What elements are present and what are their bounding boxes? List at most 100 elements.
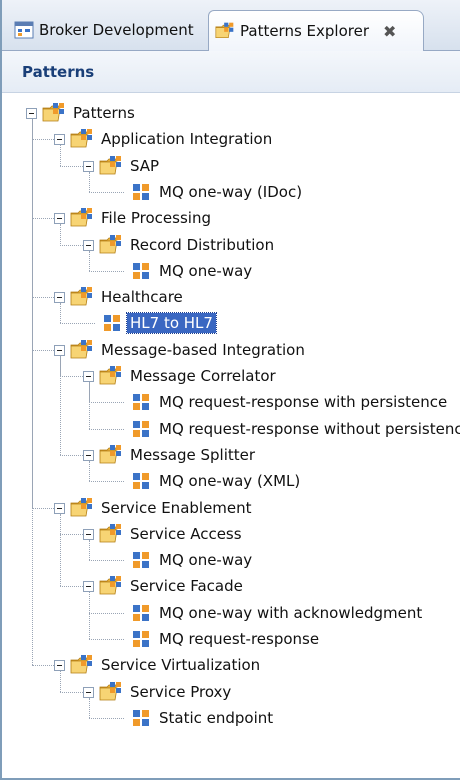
- pattern-icon: [132, 262, 150, 280]
- tree-item-label: Message Splitter: [130, 445, 256, 464]
- collapse-toggle-icon[interactable]: [83, 371, 94, 382]
- pattern-folder-icon: [42, 102, 66, 124]
- pattern-folder-icon: [99, 523, 123, 545]
- collapse-toggle-icon[interactable]: [54, 292, 65, 304]
- tree-connector: [89, 250, 90, 271]
- tree-connector: [60, 454, 83, 456]
- pattern-folder-icon: [99, 365, 123, 387]
- pattern-folder-icon: [99, 575, 123, 597]
- tree-item-label: Service Access: [130, 524, 242, 543]
- collapse-toggle-icon[interactable]: [83, 239, 94, 251]
- tree-pattern-item[interactable]: MQ one-way with acknowledgment: [130, 600, 425, 626]
- tree-folder-item[interactable]: Service Access: [99, 521, 245, 547]
- tab-label: Patterns Explorer: [240, 22, 370, 40]
- pattern-icon: [132, 420, 150, 438]
- tree-connector: [60, 165, 83, 167]
- pattern-icon: [132, 551, 150, 569]
- tree-connector: [60, 303, 61, 324]
- tree-connector: [60, 691, 83, 693]
- tree-pattern-item[interactable]: MQ one-way (XML): [130, 468, 303, 494]
- tree-pattern-item[interactable]: HL7 to HL7: [101, 310, 217, 336]
- tree-connector: [89, 560, 124, 562]
- tree-connector: [89, 481, 124, 483]
- tree-folder-item[interactable]: Record Distribution: [99, 232, 277, 258]
- pattern-folder-icon: [70, 339, 94, 361]
- pattern-icon: [132, 630, 150, 648]
- tree-connector: [32, 507, 54, 509]
- tree-connector: [89, 428, 124, 430]
- collapse-toggle-icon[interactable]: [54, 134, 65, 146]
- pattern-icon: [132, 709, 150, 727]
- tree-connector: [89, 639, 124, 640]
- collapse-toggle-icon[interactable]: [83, 528, 94, 540]
- view-title: Patterns: [2, 51, 460, 93]
- tree-item-label: Service Facade: [130, 577, 243, 596]
- tree-folder-item[interactable]: File Processing: [70, 205, 214, 231]
- tab-bar: Broker Development Patterns Explorer ✖: [2, 0, 460, 51]
- pattern-folder-icon: [99, 444, 123, 466]
- patterns-explorer-window: Broker Development Patterns Explorer ✖ P…: [0, 0, 460, 780]
- collapse-toggle-icon[interactable]: [54, 660, 65, 672]
- tree-item-label: Healthcare: [101, 288, 183, 307]
- pattern-folder-icon: [70, 286, 94, 308]
- pattern-folder-icon: [99, 155, 123, 177]
- tree-folder-item[interactable]: Service Facade: [99, 573, 246, 599]
- tree-pattern-item[interactable]: MQ request-response: [130, 626, 322, 652]
- tree-item-label: Patterns: [73, 104, 135, 122]
- pattern-icon: [132, 472, 150, 490]
- collapse-toggle-icon[interactable]: [54, 213, 65, 225]
- tree-connector: [60, 145, 61, 166]
- collapse-toggle-icon[interactable]: [83, 686, 94, 698]
- collapse-toggle-icon[interactable]: [54, 344, 65, 356]
- tree-connector: [32, 665, 54, 667]
- tree-connector: [60, 586, 83, 588]
- tree-pattern-item[interactable]: MQ one-way (IDoc): [130, 179, 305, 205]
- tree-connector: [89, 382, 90, 429]
- tree-folder-item[interactable]: Service Proxy: [99, 679, 234, 705]
- tree-item-label: Service Enablement: [101, 498, 252, 517]
- tree-connector: [60, 376, 83, 377]
- tree-item-label: Record Distribution: [130, 235, 275, 254]
- tree-item-label: Static endpoint: [159, 708, 274, 727]
- tree-pattern-item[interactable]: MQ one-way: [130, 258, 255, 284]
- tree-item-label: MQ request-response with persistence: [159, 393, 448, 412]
- pattern-icon: [132, 604, 150, 622]
- collapse-toggle-icon[interactable]: [26, 108, 37, 119]
- tree-folder-item[interactable]: Service Enablement: [70, 495, 255, 521]
- tree-item-label: MQ request-response without persistence: [159, 419, 460, 438]
- tab-patterns-explorer[interactable]: Patterns Explorer ✖: [208, 10, 424, 51]
- tree-item-label: MQ one-way (XML): [159, 472, 301, 491]
- tree-connector: [89, 460, 90, 482]
- tree-connector: [89, 402, 124, 404]
- tree-connector: [60, 513, 61, 587]
- collapse-toggle-icon[interactable]: [54, 502, 65, 514]
- tree-connector: [60, 224, 61, 245]
- tree-folder-item[interactable]: Message Splitter: [99, 442, 258, 468]
- pattern-folder-icon: [99, 234, 123, 256]
- collapse-toggle-icon[interactable]: [83, 449, 94, 461]
- tree-connector: [89, 612, 124, 614]
- tree-pattern-item[interactable]: MQ request-response without persistence: [130, 416, 460, 442]
- tree-pattern-item[interactable]: Static endpoint: [130, 705, 276, 731]
- tree-item-label: Message Correlator: [130, 367, 276, 385]
- tree-connector: [32, 297, 54, 299]
- tree-folder-item[interactable]: Message Correlator: [99, 363, 279, 389]
- tree-connector: [32, 349, 54, 351]
- collapse-toggle-icon[interactable]: [83, 160, 94, 172]
- tab-broker-development[interactable]: Broker Development: [10, 10, 206, 50]
- tree-pattern-item[interactable]: MQ one-way: [130, 547, 255, 573]
- tree-item-label: MQ one-way: [159, 261, 253, 280]
- tree-folder-item[interactable]: Service Virtualization: [70, 652, 263, 678]
- tree-folder-item[interactable]: Healthcare: [70, 284, 186, 310]
- collapse-toggle-icon[interactable]: [83, 581, 94, 593]
- tree-folder-item[interactable]: Patterns: [42, 100, 138, 126]
- tree-folder-item[interactable]: Application Integration: [70, 126, 275, 152]
- broker-development-icon: [14, 21, 34, 39]
- pattern-icon: [132, 183, 150, 201]
- close-icon[interactable]: ✖: [383, 22, 396, 41]
- tree-folder-item[interactable]: Message-based Integration: [70, 337, 308, 363]
- tree-item-label: MQ one-way with acknowledgment: [159, 603, 423, 622]
- tree-pattern-item[interactable]: MQ request-response with persistence: [130, 389, 450, 415]
- patterns-explorer-icon: [215, 21, 235, 41]
- tree-folder-item[interactable]: SAP: [99, 153, 162, 179]
